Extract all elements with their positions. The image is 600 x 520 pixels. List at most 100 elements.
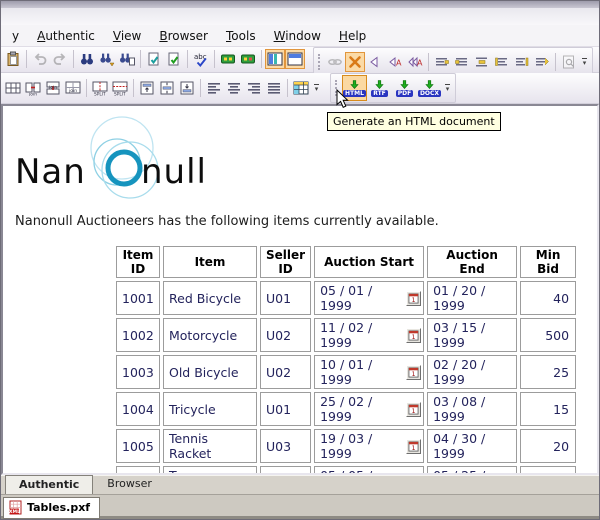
cell-auction-start[interactable]: 05 / 05 / 19991 [314,466,424,475]
svg-text:join: join [28,92,37,97]
tab-authentic[interactable]: Authentic [5,475,93,494]
valign-top-icon[interactable] [137,78,157,98]
paste-icon[interactable] [3,49,23,69]
insert-row-icon[interactable] [238,49,258,69]
generate-rtf-button[interactable]: RTF [367,75,392,101]
cell-min-bid[interactable]: 15 [520,392,576,426]
toolbar-options-icon[interactable]: ▾ [442,78,453,98]
cell-seller-id[interactable]: U01 [260,392,311,426]
menu-item-authentic[interactable]: Authentic [28,27,104,45]
cell-item-id[interactable]: 1001 [116,281,160,315]
preview-icon[interactable] [559,52,579,72]
cell-auction-start[interactable]: 25 / 02 / 19991 [314,392,424,426]
text-state-icon-3[interactable] [472,52,492,72]
show-small-markup-icon[interactable]: A [385,52,405,72]
text-state-icon-4[interactable] [492,52,512,72]
cell-min-bid[interactable]: 25 [520,355,576,389]
menu-item-window[interactable]: Window [265,27,330,45]
cell-item[interactable]: Red Bicycle [163,281,257,315]
cell-min-bid[interactable]: 500 [520,318,576,352]
cell-auction-end[interactable]: 04 / 30 / 1999 [427,429,517,463]
date-picker-button[interactable]: 1 [406,365,421,380]
insert-table-icon[interactable] [3,78,23,98]
join-right-icon[interactable]: join [23,78,43,98]
align-left-icon[interactable] [204,78,224,98]
date-picker-button[interactable]: 1 [406,328,421,343]
find-in-files-icon[interactable] [117,49,137,69]
date-picker-button[interactable]: 1 [406,291,421,306]
cell-seller-id[interactable]: U03 [260,429,311,463]
toolbar-options-icon[interactable]: ▾ [579,52,590,72]
cell-auction-end[interactable]: 03 / 08 / 1999 [427,392,517,426]
table-properties-icon[interactable] [291,78,311,98]
menu-item-browser[interactable]: Browser [150,27,217,45]
valign-middle-icon[interactable] [157,78,177,98]
cell-seller-id[interactable]: U01 [260,281,311,315]
menu-item-view[interactable]: View [104,27,150,45]
spelling-icon[interactable]: abc [191,49,211,69]
menu-item-partial[interactable]: y [3,27,28,45]
cell-item-id[interactable]: 1003 [116,355,160,389]
cell-item-id[interactable]: 1005 [116,429,160,463]
align-right-icon[interactable] [244,78,264,98]
cell-min-bid[interactable]: 10 [520,466,576,475]
cell-seller-id[interactable]: U03 [260,466,311,475]
browser-pane-toggle-icon[interactable] [285,49,305,69]
hide-markup-icon[interactable] [345,52,365,72]
cell-auction-start[interactable]: 19 / 03 / 19991 [314,429,424,463]
join-all-icon[interactable]: join [63,78,83,98]
auction-table-body: 1001 Red Bicycle U01 05 / 01 / 19991 01 … [116,281,576,475]
cell-auction-start[interactable]: 11 / 02 / 19991 [314,318,424,352]
file-tab-tables-pxf[interactable]: XML Tables.pxf [3,497,100,519]
cell-item[interactable]: Old Bicycle [163,355,257,389]
text-state-icon-5[interactable] [512,52,532,72]
tab-browser[interactable]: Browser [93,474,166,494]
text-state-icon-1[interactable] [432,52,452,72]
text-state-icon-6[interactable] [532,52,552,72]
split-vertical-icon[interactable]: SPLIT [90,78,110,98]
split-horizontal-icon[interactable]: SPLIT [110,78,130,98]
cell-auction-end[interactable]: 01 / 20 / 1999 [427,281,517,315]
cell-auction-end[interactable]: 05 / 25 / 1999 [427,466,517,475]
text-state-icon-2[interactable] [452,52,472,72]
menu-item-tools[interactable]: Tools [217,27,265,45]
cell-auction-start[interactable]: 05 / 01 / 19991 [314,281,424,315]
cell-min-bid[interactable]: 20 [520,429,576,463]
cell-seller-id[interactable]: U02 [260,318,311,352]
cell-item-id[interactable]: 1002 [116,318,160,352]
show-large-markup-icon[interactable]: A [405,52,425,72]
redo-icon[interactable] [50,49,70,69]
cell-auction-start[interactable]: 10 / 01 / 19991 [314,355,424,389]
check-wellformed-icon[interactable] [144,49,164,69]
rtf-label: RTF [371,90,388,97]
link-icon[interactable] [325,52,345,72]
join-below-icon[interactable]: join [43,78,63,98]
align-center-icon[interactable] [224,78,244,98]
menu-item-help[interactable]: Help [330,27,375,45]
append-row-icon[interactable] [218,49,238,69]
date-picker-button[interactable]: 1 [406,402,421,417]
generate-docx-button[interactable]: DOCX [417,75,442,101]
cell-seller-id[interactable]: U02 [260,355,311,389]
cell-item[interactable]: Tennis Racket [163,429,257,463]
undo-icon[interactable] [30,49,50,69]
cell-item[interactable]: Tricycle [163,392,257,426]
collapse-markup-icon[interactable] [365,52,385,72]
cell-auction-end[interactable]: 03 / 15 / 1999 [427,318,517,352]
table-row: 1003 Old Bicycle U02 10 / 01 / 19991 02 … [116,355,576,389]
find-next-icon[interactable] [97,49,117,69]
cell-item[interactable]: Motorcycle [163,318,257,352]
validate-icon[interactable] [164,49,184,69]
cell-item-id[interactable]: 1006 [116,466,160,475]
date-picker-button[interactable]: 1 [406,439,421,454]
cell-auction-end[interactable]: 02 / 20 / 1999 [427,355,517,389]
entry-helpers-toggle-icon[interactable] [265,49,285,69]
toolbar-options-icon[interactable]: ▾ [311,78,322,98]
find-icon[interactable] [77,49,97,69]
valign-bottom-icon[interactable] [177,78,197,98]
cell-item-id[interactable]: 1004 [116,392,160,426]
generate-pdf-button[interactable]: PDF [392,75,417,101]
cell-min-bid[interactable]: 40 [520,281,576,315]
align-justify-icon[interactable] [264,78,284,98]
cell-item[interactable]: Toy Helicopter [163,466,257,475]
